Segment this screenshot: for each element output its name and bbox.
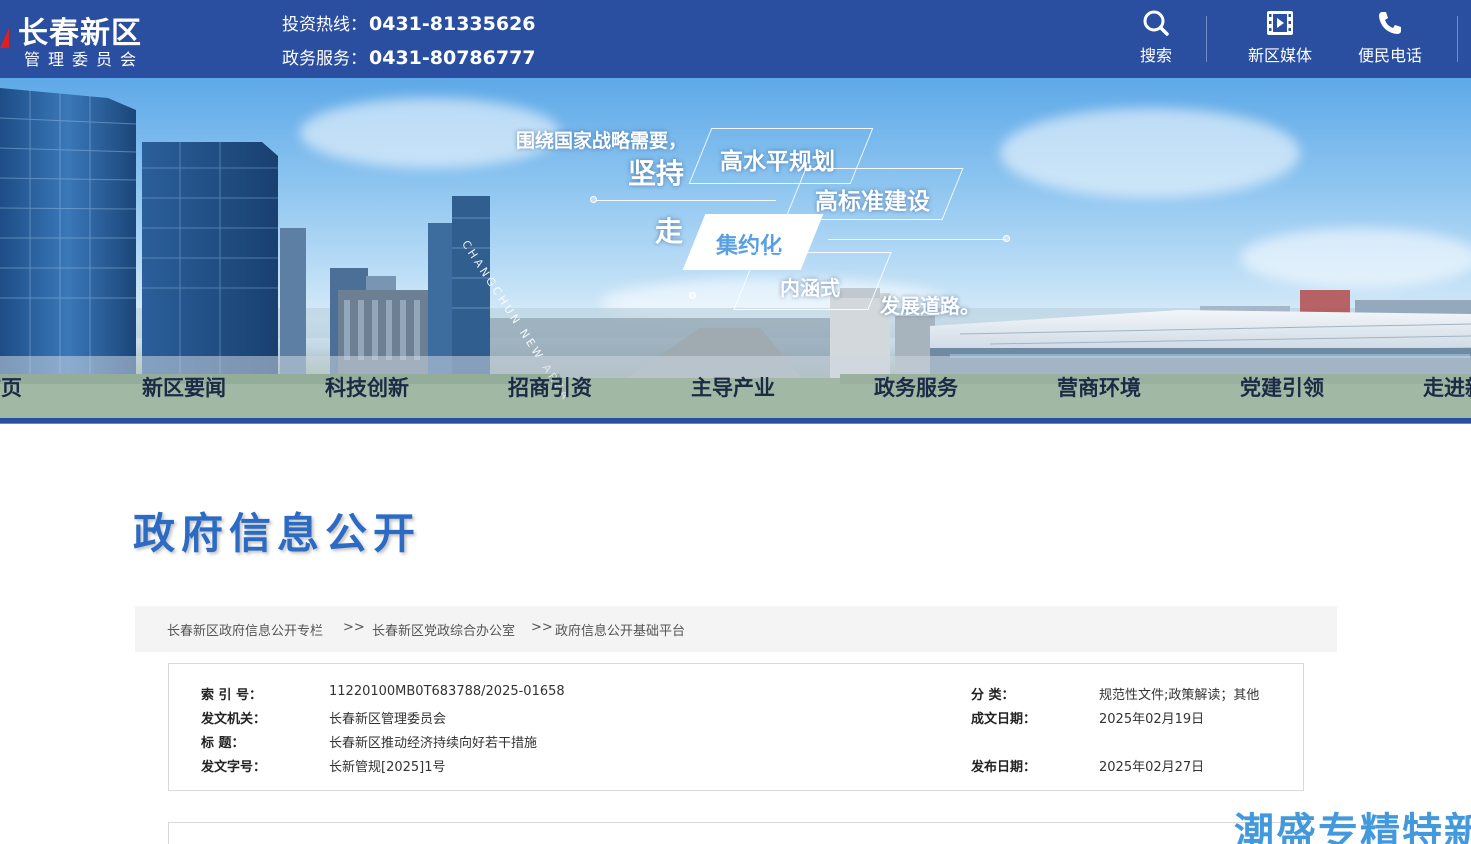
issuer-label: 发文机关： [201, 712, 267, 727]
search-label: 搜索 [1139, 46, 1172, 65]
page: 长春新区 管理委员会 投资热线： 0431-81335626 政务服务： 0431-… [0, 0, 1471, 844]
page-title: 政府信息公开 [133, 509, 422, 558]
top-header: 长春新区 管理委员会 投资热线： 0431-81335626 政务服务： 0431-… [0, 0, 1471, 78]
hotline-label: 政务服务： [282, 49, 367, 69]
index-number-label: 索 引 号： [201, 688, 263, 703]
watermark-text: 潮盛专精特新 [1234, 810, 1471, 844]
phone-label: 便民电话 [1357, 46, 1422, 65]
nav-item-news[interactable]: 新区要闻 [142, 372, 226, 402]
breadcrumb: 长春新区政府信息公开专栏 >> 长春新区党政综合办公室 >> 政府信息公开基础平… [135, 606, 1337, 652]
nav-item-about[interactable]: 走进新区 [1423, 372, 1471, 402]
document-number-label: 发文字号： [201, 760, 267, 775]
film-icon [1267, 11, 1293, 35]
media-label: 新区媒体 [1247, 46, 1312, 65]
main-nav: 首页 新区要闻 科技创新 招商引资 主导产业 政务服务 营商环境 党建引领 走进… [0, 356, 1471, 418]
banner-dot [590, 196, 597, 203]
banner-slogan-line2: 高标准建设 [815, 189, 930, 215]
category-label: 分 类： [971, 688, 1015, 703]
media-button[interactable]: 新区媒体 [1235, 6, 1325, 72]
search-icon [1143, 10, 1169, 36]
created-date-value: 2025年02月19日 [1099, 712, 1205, 727]
breadcrumb-separator: >> [343, 620, 365, 635]
issuer-value: 长春新区管理委员会 [329, 712, 447, 727]
nav-item-home[interactable]: 首页 [0, 372, 22, 402]
tool-divider [1206, 16, 1207, 62]
document-metadata-table: 索 引 号： 11220100MB0T683788/2025-01658 分 类… [168, 663, 1304, 791]
hotline-number: 0431-81335626 [369, 13, 536, 35]
category-value: 规范性文件;政策解读；其他 [1099, 688, 1260, 703]
banner-slogan-line3: 内涵式 [780, 276, 840, 300]
breadcrumb-link[interactable]: 长春新区党政综合办公室 [372, 620, 515, 639]
nav-item-investment[interactable]: 招商引资 [508, 372, 592, 402]
banner-slogan-line4: 发展道路。 [880, 294, 980, 318]
nav-item-industry[interactable]: 主导产业 [691, 372, 775, 402]
hotline-number: 0431-80786777 [369, 47, 536, 69]
phone-icon [1379, 12, 1401, 34]
article-body [168, 822, 1304, 844]
search-button[interactable]: 搜索 [1111, 6, 1201, 72]
banner-line [596, 200, 776, 201]
created-date-label: 成文日期： [971, 712, 1037, 727]
nav-item-party-building[interactable]: 党建引领 [1240, 372, 1324, 402]
breadcrumb-separator: >> [531, 620, 553, 635]
breadcrumb-link[interactable]: 长春新区政府信息公开专栏 [167, 620, 323, 639]
tool-divider [1457, 16, 1458, 62]
nav-item-technology[interactable]: 科技创新 [325, 372, 409, 402]
banner-line [828, 239, 1006, 240]
title-value: 长春新区推动经济持续向好若干措施 [329, 736, 538, 751]
site-logo[interactable]: 长春新区 管理委员会 [0, 6, 170, 70]
nav-item-government-service[interactable]: 政务服务 [874, 372, 958, 402]
nav-bottom-bar [0, 418, 1471, 423]
breadcrumb-link[interactable]: 政府信息公开基础平台 [555, 620, 685, 639]
index-number-value: 11220100MB0T683788/2025-01658 [329, 684, 565, 699]
service-hotline: 政务服务： 0431-80786777 [282, 44, 536, 69]
title-label: 标 题： [201, 736, 245, 751]
investment-hotline: 投资热线： 0431-81335626 [282, 10, 536, 35]
nav-item-business-environment[interactable]: 营商环境 [1057, 372, 1141, 402]
document-number-value: 长新管规[2025]1号 [329, 760, 446, 775]
banner-slogan-zou: 走 [655, 215, 684, 248]
logo-subtitle: 管理委员会 [24, 50, 145, 69]
published-date-value: 2025年02月27日 [1099, 760, 1205, 775]
banner-slogan-line1: 围绕国家战略需要， [516, 130, 688, 152]
banner-dot [689, 292, 696, 299]
banner-slogan-jianchi: 坚持 [628, 157, 685, 190]
logo-mark-icon [0, 28, 9, 48]
hotline-label: 投资热线： [282, 15, 367, 35]
phone-button[interactable]: 便民电话 [1345, 6, 1435, 72]
banner-dot [1003, 235, 1010, 242]
published-date-label: 发布日期： [971, 760, 1037, 775]
